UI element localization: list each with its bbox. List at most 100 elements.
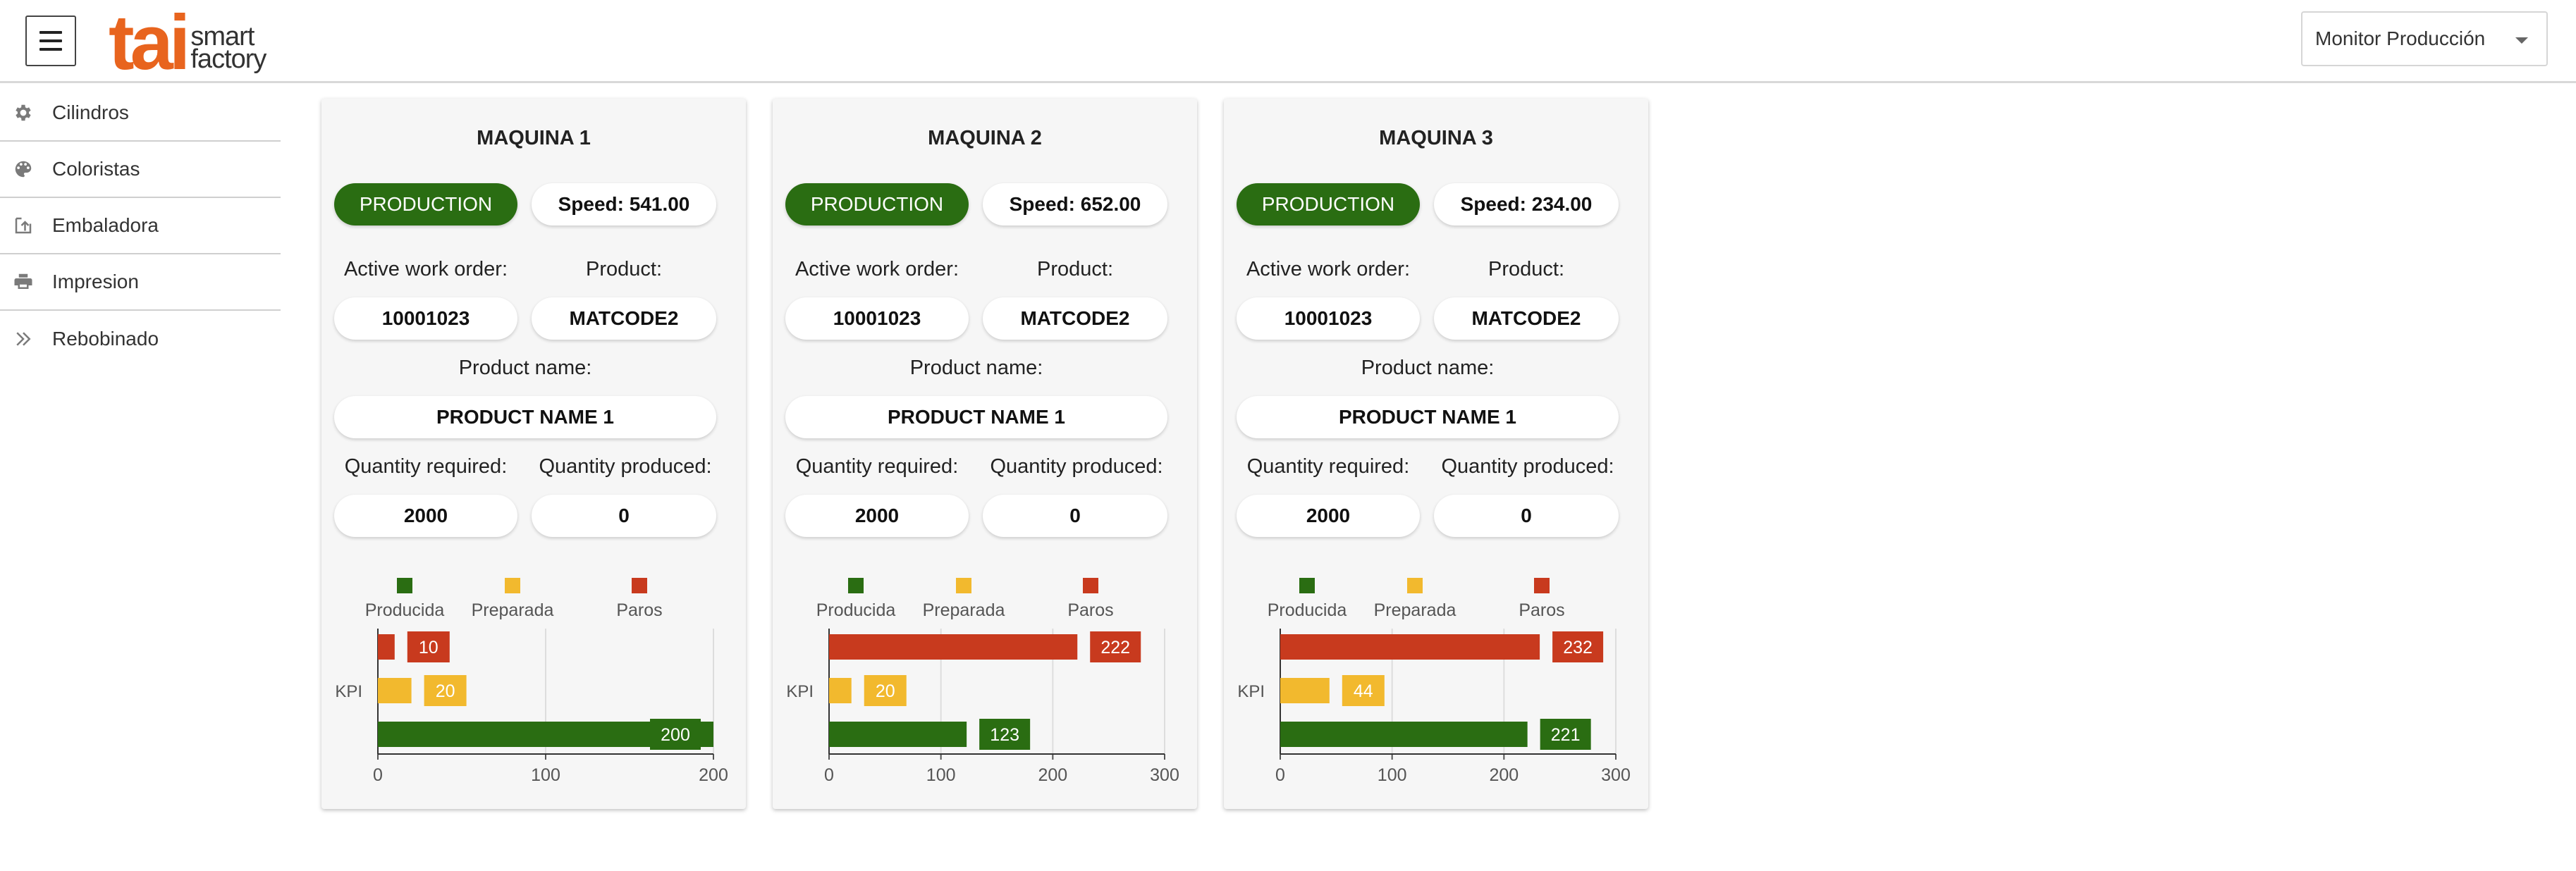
legend-paros[interactable]: Paros — [1507, 578, 1577, 621]
legend-producida[interactable]: Producida — [362, 578, 447, 621]
legend-preparada[interactable]: Preparada — [918, 578, 1010, 621]
data-label: 232 — [1563, 638, 1593, 657]
bar-preparada[interactable] — [1280, 678, 1330, 703]
sidebar-item-coloristas[interactable]: Coloristas — [0, 142, 281, 198]
bar-producida[interactable] — [1280, 722, 1528, 747]
logo-subtext: smart factory — [190, 23, 266, 73]
quantity-required-label: Quantity required: — [344, 455, 508, 478]
machine-card-2: MAQUINA 2 PRODUCTION Speed: 652.00 Activ… — [773, 99, 1197, 809]
sidebar: Cilindros Coloristas Embaladora Impresio… — [0, 85, 281, 367]
x-tick-label: 200 — [1038, 765, 1067, 785]
sidebar-item-impresion[interactable]: Impresion — [0, 254, 281, 311]
legend-paros[interactable]: Paros — [604, 578, 675, 621]
legend-swatch — [848, 578, 864, 593]
product-label: Product: — [1488, 258, 1564, 280]
quantity-produced-label: Quantity produced: — [1441, 455, 1614, 478]
legend-preparada[interactable]: Preparada — [1369, 578, 1461, 621]
legend-swatch — [1534, 578, 1550, 593]
category-label: KPI — [1237, 682, 1265, 701]
bar-preparada[interactable] — [829, 678, 852, 703]
menu-icon-line — [39, 31, 62, 34]
status-badge[interactable]: PRODUCTION — [1237, 183, 1420, 226]
x-tick-label: 0 — [1275, 765, 1285, 785]
work-order-value: 10001023 — [334, 297, 517, 340]
kpi-bar-chart: 0 100 200 300 KPI 232 44 221 — [1237, 629, 1631, 785]
legend-producida[interactable]: Producida — [814, 578, 898, 621]
gear-icon — [11, 101, 35, 125]
sidebar-item-label: Coloristas — [52, 158, 140, 180]
legend-label: Preparada — [471, 600, 554, 620]
legend-label: Preparada — [922, 600, 1005, 620]
legend-label: Producida — [1267, 600, 1347, 620]
legend-label: Producida — [364, 600, 445, 620]
status-badge[interactable]: PRODUCTION — [334, 183, 517, 226]
product-name-value: PRODUCT NAME 1 — [1237, 396, 1619, 438]
legend-label: Preparada — [1373, 600, 1456, 620]
category-label: KPI — [335, 682, 362, 701]
bar-paros[interactable] — [1280, 634, 1540, 660]
x-tick-label: 0 — [373, 765, 383, 785]
legend-swatch — [397, 578, 412, 593]
x-tick-label: 0 — [824, 765, 834, 785]
product-value: MATCODE2 — [1434, 297, 1619, 340]
x-tick-label: 200 — [699, 765, 728, 785]
bar-producida[interactable] — [829, 722, 967, 747]
work-order-value: 10001023 — [1237, 297, 1420, 340]
legend-swatch — [1083, 578, 1098, 593]
status-badge[interactable]: PRODUCTION — [785, 183, 969, 226]
data-label: 200 — [661, 725, 690, 745]
legend-paros[interactable]: Paros — [1055, 578, 1126, 621]
legend-label: Producida — [816, 600, 896, 620]
bar-paros[interactable] — [378, 634, 395, 660]
data-label: 222 — [1100, 638, 1130, 657]
hamburger-menu-button[interactable] — [25, 16, 76, 66]
product-name-value: PRODUCT NAME 1 — [334, 396, 716, 438]
product-name-label: Product name: — [458, 357, 592, 379]
quantity-produced-value: 0 — [1434, 495, 1619, 537]
bar-preparada[interactable] — [378, 678, 412, 703]
box-upload-icon — [11, 214, 35, 237]
speed-value: Speed: 652.00 — [983, 183, 1167, 226]
speed-value: Speed: 541.00 — [532, 183, 716, 226]
view-selector-dropdown[interactable]: Monitor Producción — [2301, 11, 2548, 66]
x-tick-label: 200 — [1489, 765, 1519, 785]
sidebar-item-label: Rebobinado — [52, 328, 159, 350]
quantity-produced-value: 0 — [532, 495, 716, 537]
x-tick-label: 100 — [531, 765, 560, 785]
x-tick-label: 100 — [926, 765, 956, 785]
double-chevron-right-icon — [11, 327, 35, 351]
bar-paros[interactable] — [829, 634, 1078, 660]
quantity-required-value: 2000 — [1237, 495, 1420, 537]
quantity-required-label: Quantity required: — [795, 455, 959, 478]
quantity-required-value: 2000 — [334, 495, 517, 537]
kpi-bar-chart: 0 100 200 KPI 10 20 200 — [335, 629, 728, 785]
legend-preparada[interactable]: Preparada — [467, 578, 558, 621]
speed-value: Speed: 234.00 — [1434, 183, 1619, 226]
sidebar-item-rebobinado[interactable]: Rebobinado — [0, 311, 281, 367]
data-label: 44 — [1354, 681, 1373, 701]
product-label: Product: — [1037, 258, 1113, 280]
machine-title: MAQUINA 3 — [1379, 127, 1493, 149]
caret-down-icon — [2515, 37, 2528, 44]
legend-swatch — [1299, 578, 1315, 593]
tai-smart-factory-logo[interactable]: tai smart factory — [109, 4, 266, 82]
active-work-order-label: Active work order: — [795, 258, 959, 280]
palette-icon — [11, 157, 35, 181]
data-label: 10 — [419, 638, 438, 657]
legend-label: Paros — [616, 600, 663, 620]
legend-label: Paros — [1067, 600, 1114, 620]
data-label: 221 — [1551, 725, 1581, 745]
machine-title: MAQUINA 2 — [928, 127, 1042, 149]
active-work-order-label: Active work order: — [343, 258, 508, 280]
data-label: 20 — [876, 681, 895, 701]
product-value: MATCODE2 — [532, 297, 716, 340]
legend-producida[interactable]: Producida — [1265, 578, 1349, 621]
quantity-produced-label: Quantity produced: — [990, 455, 1163, 478]
quantity-required-label: Quantity required: — [1246, 455, 1410, 478]
sidebar-item-embaladora[interactable]: Embaladora — [0, 198, 281, 254]
product-value: MATCODE2 — [983, 297, 1167, 340]
sidebar-item-cilindros[interactable]: Cilindros — [0, 85, 281, 142]
product-name-label: Product name: — [909, 357, 1043, 379]
legend-label: Paros — [1519, 600, 1565, 620]
machine-title: MAQUINA 1 — [477, 127, 591, 149]
